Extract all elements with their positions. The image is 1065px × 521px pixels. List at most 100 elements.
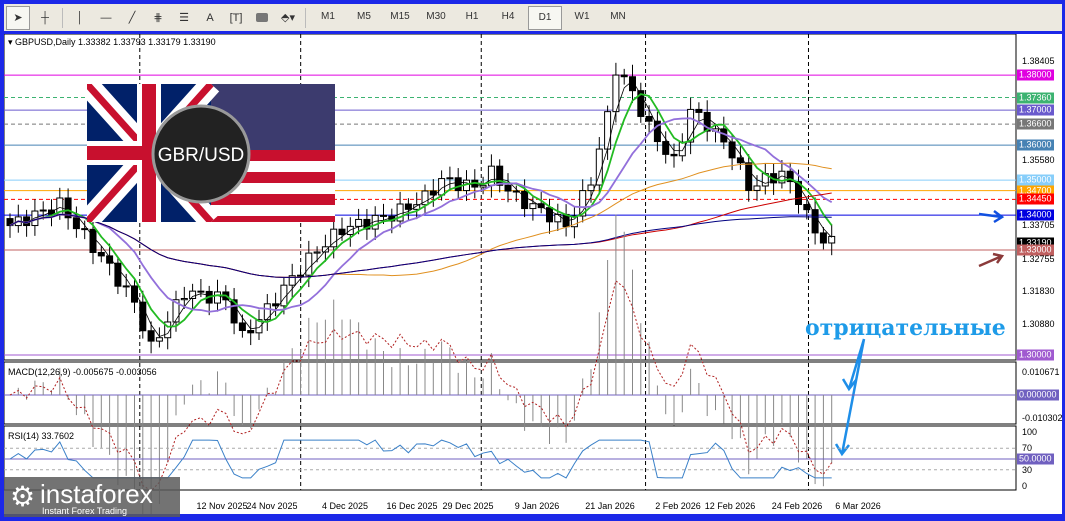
candlestick	[14, 204, 22, 233]
shapes-menu-icon[interactable]: ⬘▾	[277, 7, 299, 29]
candlestick	[421, 184, 429, 214]
vertical-line-tool[interactable]: │	[69, 7, 91, 29]
arrow-icon	[978, 210, 1005, 224]
date-tick: 29 Dec 2025	[442, 501, 494, 511]
candlestick	[620, 68, 628, 85]
trend-line-tool[interactable]: ╱	[121, 7, 143, 29]
rsi-label: RSI(14) 33.7602	[8, 431, 75, 441]
candlestick	[604, 105, 612, 160]
price-level-label: 1.34000	[1017, 209, 1054, 221]
date-tick: 24 Feb 2026	[771, 501, 823, 511]
candlestick	[122, 273, 130, 298]
candlestick	[297, 268, 304, 282]
candlestick	[446, 166, 454, 191]
candlestick	[554, 203, 562, 231]
candlestick	[147, 321, 155, 354]
candlestick	[247, 319, 255, 346]
date-tick: 4 Dec 2025	[321, 501, 369, 511]
candlestick	[81, 220, 89, 240]
candlestick	[404, 198, 412, 221]
candlestick	[703, 100, 711, 142]
date-tick: 6 Mar 2026	[835, 501, 881, 511]
chart-panel[interactable]: GBR/USD ▾ GBPUSD,Daily 1.33382 1.33793 1…	[4, 34, 1062, 514]
price-level-label: 1.38000	[1017, 69, 1054, 81]
price-tick: 1.38405	[1022, 56, 1055, 66]
candlestick	[761, 163, 769, 195]
timeframe-m5[interactable]: M5	[348, 6, 380, 28]
date-tick: 2 Feb 2026	[655, 501, 701, 511]
price-level-label: 1.37000	[1017, 104, 1054, 116]
price-level-label: 1.36000	[1017, 139, 1054, 151]
timeframe-d1[interactable]: D1	[528, 5, 562, 30]
candlestick	[570, 206, 578, 239]
svg-text:GBR/USD: GBR/USD	[158, 145, 245, 166]
cursor-tool[interactable]: ➤	[6, 5, 30, 30]
price-level-label: 1.34450	[1017, 193, 1054, 205]
candlestick	[338, 217, 346, 241]
candlestick	[272, 292, 280, 317]
rsi-tick: 100	[1022, 427, 1038, 437]
candlestick	[579, 179, 587, 223]
candlestick	[72, 206, 80, 238]
date-tick: 12 Nov 2025	[196, 501, 248, 511]
candlestick	[828, 224, 836, 256]
candlestick	[745, 154, 753, 202]
candlestick	[155, 327, 163, 348]
instaforex-logo: ⚙ instaforex Instant Forex Trading	[4, 477, 180, 517]
crosshair-tool[interactable]: ┼	[34, 7, 56, 29]
macd-label: MACD(12,26,9) -0.005675 -0.003056	[8, 367, 157, 377]
timeframe-mn[interactable]: MN	[602, 6, 634, 28]
rsi-tick: 50.0000	[1017, 453, 1054, 465]
horizontal-line-tool[interactable]: —	[95, 7, 117, 29]
gear-icon: ⚙	[10, 481, 36, 512]
timeframe-m15[interactable]: M15	[384, 6, 416, 28]
date-tick: 24 Nov 2025	[246, 501, 298, 511]
arrow-icon	[978, 252, 1005, 268]
candlestick	[687, 97, 695, 155]
symbol-header: ▾ GBPUSD,Daily 1.33382 1.33793 1.33179 1…	[8, 37, 216, 47]
price-tick: 1.33705	[1022, 220, 1055, 231]
timeframe-w1[interactable]: W1	[566, 6, 598, 28]
fibonacci-fan-tool[interactable]: ⋕	[147, 7, 169, 29]
candlestick	[504, 173, 512, 203]
price-tick: 1.35580	[1022, 154, 1055, 165]
timeframe-m1[interactable]: M1	[312, 6, 344, 28]
date-tick: 21 Jan 2026	[585, 501, 635, 511]
annotation-arrows	[834, 338, 866, 457]
text-label-tool[interactable]: [T]	[225, 7, 247, 29]
candlestick	[637, 82, 645, 123]
price-level-label: 1.36600	[1017, 118, 1054, 130]
macd-tick: -0.010302	[1022, 413, 1063, 423]
rsi-tick: 70	[1022, 443, 1033, 454]
price-level-label: 1.37360	[1017, 92, 1054, 104]
rsi-tick: 30	[1022, 464, 1033, 475]
candlestick	[496, 159, 504, 193]
candlestick	[371, 206, 379, 240]
price-tick: 1.31830	[1022, 285, 1055, 296]
date-tick: 9 Jan 2026	[514, 501, 560, 511]
candlestick	[695, 102, 703, 121]
timeframe-h1[interactable]: H1	[456, 6, 488, 28]
fibonacci-retracement-tool[interactable]: ☰	[173, 7, 195, 29]
price-level-label: 1.35000	[1017, 174, 1054, 186]
macd-tick: 0.000000	[1017, 389, 1059, 401]
candlestick	[454, 168, 462, 200]
candlestick	[487, 154, 495, 198]
annotation-text: отрицательные	[805, 315, 1006, 341]
price-tick: 1.30880	[1022, 319, 1055, 330]
timeframe-h4[interactable]: H4	[492, 6, 524, 28]
candlestick	[753, 175, 761, 201]
candlestick	[263, 294, 271, 331]
candlestick	[396, 191, 404, 228]
text-tool[interactable]: A	[199, 7, 221, 29]
timeframe-m30[interactable]: M30	[420, 6, 452, 28]
date-tick: 16 Dec 2025	[386, 501, 438, 511]
candlestick	[114, 257, 122, 295]
rsi-tick: 0	[1022, 481, 1028, 491]
macd-tick: 0.010671	[1022, 367, 1060, 377]
ma-blue-line	[9, 213, 832, 278]
candlestick	[288, 263, 296, 298]
price-tick: 1.32755	[1022, 253, 1055, 264]
rectangle-tool[interactable]	[251, 7, 273, 29]
candlestick	[230, 287, 238, 335]
